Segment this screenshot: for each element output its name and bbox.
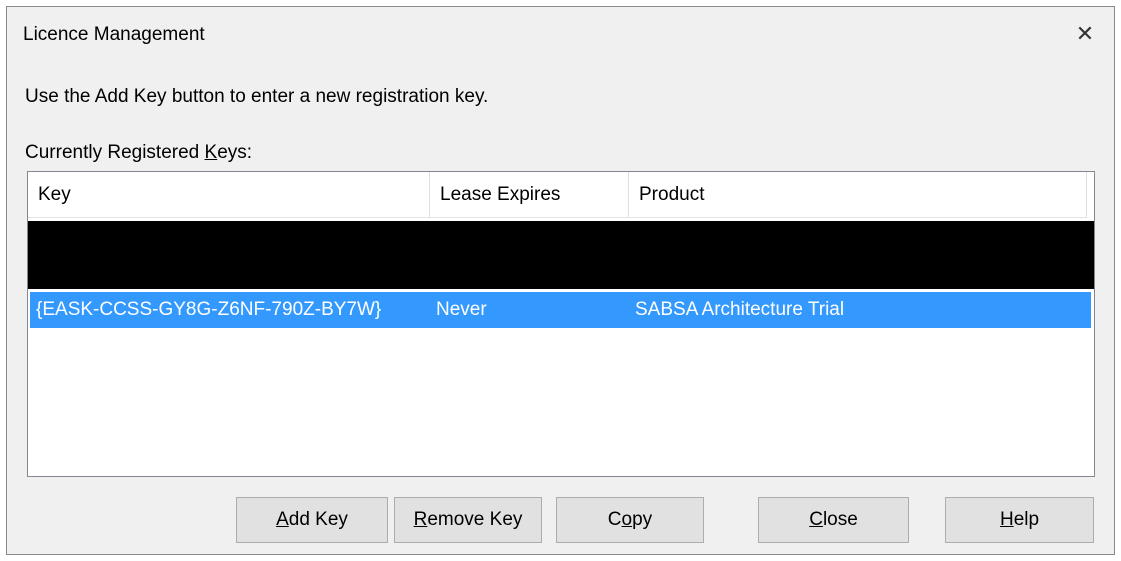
copy-button[interactable]: Copy	[556, 497, 704, 543]
registered-keys-label-prefix: Currently Registered	[25, 142, 205, 163]
column-header-product[interactable]: Product	[629, 172, 1087, 218]
add-key-label-rest: dd Key	[288, 509, 348, 530]
add-key-mnemonic: A	[276, 509, 289, 530]
close-icon[interactable]: ✕	[1070, 19, 1100, 49]
column-header-key[interactable]: Key	[28, 172, 430, 218]
help-button[interactable]: Help	[945, 497, 1094, 543]
title-bar: Licence Management ✕	[7, 7, 1114, 63]
remove-key-label-rest: emove Key	[427, 509, 523, 530]
close-label-rest: lose	[822, 509, 858, 530]
registered-keys-list[interactable]: Key Lease Expires Product {EASK-CCSS-GY8…	[27, 171, 1095, 477]
help-mnemonic: H	[999, 509, 1014, 530]
copy-label-rest: py	[632, 509, 653, 530]
close-mnemonic: C	[809, 509, 823, 530]
table-row[interactable]: {EASK-CCSS-GY8G-Z6NF-790Z-BY7W} Never SA…	[30, 292, 1091, 328]
licence-management-dialog: Licence Management ✕ Use the Add Key but…	[6, 6, 1115, 555]
remove-key-mnemonic: R	[413, 509, 428, 530]
list-header: Key Lease Expires Product	[28, 172, 1094, 218]
registered-keys-label-suffix: eys:	[217, 142, 253, 163]
column-header-filler	[1087, 172, 1094, 218]
column-header-lease-expires[interactable]: Lease Expires	[430, 172, 629, 218]
copy-mnemonic: o	[621, 509, 633, 530]
dialog-title: Licence Management	[23, 24, 205, 45]
instruction-text: Use the Add Key button to enter a new re…	[25, 86, 489, 107]
help-label-rest: elp	[1013, 509, 1040, 530]
cell-key: {EASK-CCSS-GY8G-Z6NF-790Z-BY7W}	[36, 299, 382, 320]
remove-key-button[interactable]: Remove Key	[394, 497, 542, 543]
copy-label-start: C	[607, 509, 622, 530]
redacted-row	[28, 221, 1094, 289]
cell-product: SABSA Architecture Trial	[635, 299, 845, 320]
registered-keys-label-mnemonic: K	[204, 142, 218, 163]
cell-lease-expires: Never	[436, 299, 487, 320]
registered-keys-label: Currently Registered Keys:	[25, 141, 252, 165]
add-key-button[interactable]: Add Key	[236, 497, 388, 543]
close-button[interactable]: Close	[758, 497, 909, 543]
